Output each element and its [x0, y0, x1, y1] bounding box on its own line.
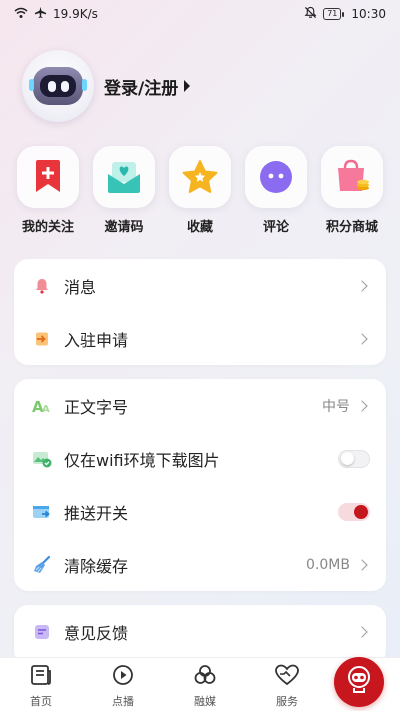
quick-label: 积分商城 [325, 220, 378, 235]
card-notifications: 消息 入驻申请 [14, 259, 386, 365]
card-settings: AA 正文字号 中号 仅在wifi环境下载图片 推送开关 清除缓存 0.0MB [14, 379, 386, 591]
mute-bell-icon [304, 6, 317, 22]
home-doc-icon [29, 664, 53, 690]
bookmark-plus-icon [17, 146, 79, 208]
card-feedback: 意见反馈 [14, 605, 386, 665]
quick-comments[interactable]: 评论 [242, 146, 310, 235]
nav-label: 首页 [30, 695, 52, 708]
row-label: 正文字号 [64, 397, 129, 417]
row-label: 清除缓存 [64, 556, 129, 576]
row-label: 意见反馈 [64, 623, 129, 643]
quick-label: 我的关注 [21, 220, 74, 235]
nav-services[interactable]: 服务 [252, 664, 322, 709]
battery-indicator: 71 [323, 8, 345, 20]
row-label: 仅在wifi环境下载图片 [64, 450, 220, 470]
chevron-right-icon [356, 558, 368, 571]
font-size-value: 中号 [322, 398, 350, 415]
push-toggle[interactable] [338, 502, 370, 521]
login-register-link[interactable]: 登录/注册 [104, 74, 191, 99]
svg-text:A: A [42, 404, 50, 415]
rings-icon [193, 664, 217, 690]
nav-media[interactable]: 融媒 [170, 664, 240, 709]
cache-size-value: 0.0MB [306, 556, 350, 573]
nav-label: 融媒 [194, 695, 216, 708]
chevron-right-icon [356, 625, 368, 638]
clock: 10:30 [351, 7, 386, 21]
row-label: 消息 [64, 277, 97, 297]
row-label: 入驻申请 [64, 330, 129, 350]
wifi-icon [14, 7, 28, 22]
heart-hand-icon [274, 664, 300, 690]
font-size-icon: AA [32, 396, 52, 416]
profile-section: 登录/注册 [22, 50, 191, 122]
login-register-label: 登录/注册 [104, 78, 179, 99]
row-clear-cache[interactable]: 清除缓存 0.0MB [14, 538, 386, 591]
row-font-size[interactable]: AA 正文字号 中号 [14, 379, 386, 432]
row-feedback[interactable]: 意见反馈 [14, 605, 386, 658]
bell-icon [32, 276, 52, 296]
row-wifi-images: 仅在wifi环境下载图片 [14, 432, 386, 485]
envelope-heart-icon [93, 146, 155, 208]
quick-points-mall[interactable]: 积分商城 [318, 146, 386, 235]
network-speed: 19.9K/s [53, 7, 98, 21]
nav-on-demand[interactable]: 点播 [88, 664, 158, 709]
battery-level: 71 [327, 9, 338, 18]
row-messages[interactable]: 消息 [14, 259, 386, 312]
quick-label: 收藏 [186, 220, 213, 235]
quick-follow[interactable]: 我的关注 [14, 146, 82, 235]
status-bar: 19.9K/s 71 10:30 [0, 0, 400, 28]
enter-icon [32, 329, 52, 349]
shopping-bag-icon [321, 146, 383, 208]
quick-actions: 我的关注 邀请码 收藏 评论 积分商城 [14, 146, 386, 235]
broom-icon [32, 555, 52, 575]
avatar[interactable] [22, 50, 94, 122]
chevron-right-icon [356, 399, 368, 412]
star-icon [169, 146, 231, 208]
quick-label: 评论 [262, 220, 289, 235]
chat-face-icon [245, 146, 307, 208]
nav-label: 点播 [112, 695, 134, 708]
robot-avatar-icon [29, 67, 87, 105]
row-push: 推送开关 [14, 485, 386, 538]
play-circle-icon [111, 664, 135, 690]
robot-mascot-icon [345, 665, 373, 699]
nav-mine-button[interactable] [334, 657, 384, 707]
image-wifi-icon [32, 449, 52, 469]
quick-label: 邀请码 [104, 220, 144, 235]
chevron-right-icon [356, 279, 368, 292]
wifi-images-toggle[interactable] [338, 449, 370, 468]
quick-invite-code[interactable]: 邀请码 [90, 146, 158, 235]
nav-label: 服务 [276, 695, 298, 708]
airplane-icon [34, 6, 47, 22]
triangle-right-icon [184, 80, 191, 92]
quick-favorites[interactable]: 收藏 [166, 146, 234, 235]
row-label: 推送开关 [64, 503, 129, 523]
chevron-right-icon [356, 332, 368, 345]
nav-home[interactable]: 首页 [6, 664, 76, 709]
feedback-icon [32, 622, 52, 642]
push-icon [32, 502, 52, 522]
row-join-apply[interactable]: 入驻申请 [14, 312, 386, 365]
